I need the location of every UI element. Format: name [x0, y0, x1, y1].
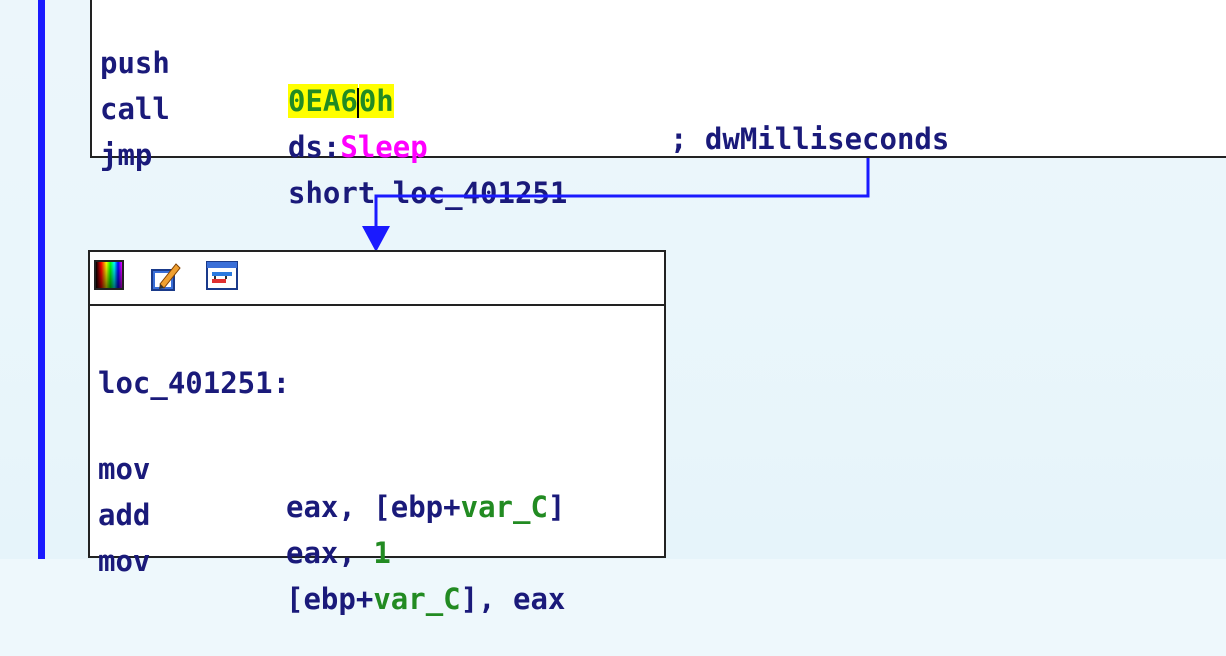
immediate-value: 1 — [373, 536, 391, 570]
stack-variable[interactable]: var_C — [461, 490, 548, 524]
operand[interactable]: [ebp+var_C], eax — [286, 580, 565, 618]
code-label[interactable]: loc_401251: — [98, 364, 290, 402]
code-line-add[interactable]: add eax, 1 — [98, 458, 391, 570]
operand-part: [ebp+ — [286, 582, 374, 616]
edit-pencil-icon[interactable] — [150, 260, 181, 291]
block-toolbar — [90, 252, 664, 306]
mnemonic: mov — [98, 544, 151, 578]
operand-part: eax, [ebp+ — [286, 490, 461, 524]
code-line-mov-1[interactable]: mov eax, [ebp+var_C] — [98, 412, 565, 524]
operand-part: ], eax — [460, 582, 566, 616]
code-block-bottom[interactable]: loc_401251: mov eax, [ebp+var_C] add eax… — [88, 250, 666, 616]
graph-view-icon[interactable] — [206, 260, 238, 290]
code-line-mov-2[interactable]: mov [ebp+var_C], eax — [98, 504, 565, 616]
color-palette-icon[interactable] — [94, 260, 124, 290]
operand-part: ] — [547, 490, 566, 524]
operand-part: eax, — [286, 536, 374, 570]
stack-variable[interactable]: var_C — [373, 582, 460, 616]
operand[interactable]: eax, [ebp+var_C] — [286, 488, 565, 526]
operand[interactable]: eax, 1 — [286, 534, 391, 572]
